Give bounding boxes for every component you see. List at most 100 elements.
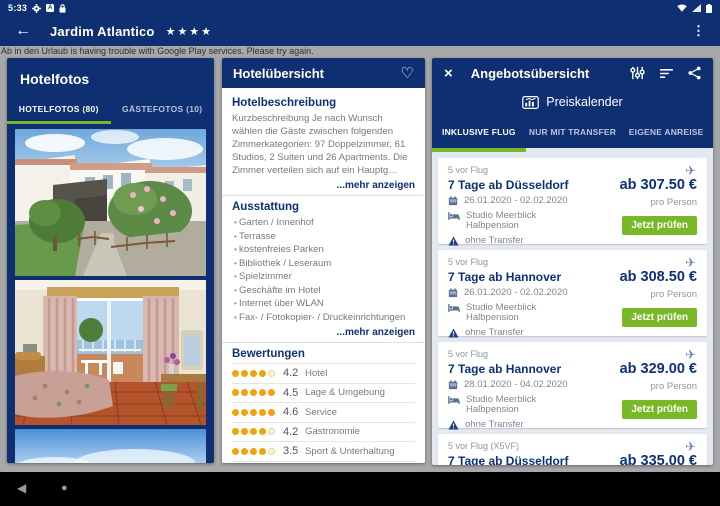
photos-tabs: HOTELFOTOS (80) GÄSTEFOTOS (10) xyxy=(7,96,214,121)
rating-row: 3.5 Sport & Unterhaltung xyxy=(232,441,415,461)
ratings-heading: Bewertungen xyxy=(232,348,415,360)
rating-dots xyxy=(232,448,275,455)
wifi-icon xyxy=(677,4,687,12)
filter-icon[interactable] xyxy=(630,66,645,80)
back-arrow-icon[interactable]: ← xyxy=(15,23,31,39)
photos-panel-title: Hotelfotos xyxy=(7,58,214,96)
bed-icon xyxy=(448,395,460,405)
offer-per-person: pro Person xyxy=(651,381,697,392)
hotel-overview-panel: Hotelübersicht ♡ Hotelbeschreibung Kurzb… xyxy=(222,58,425,463)
amenity-item: Fax- / Fotokopier- / Druckeinrichtungen xyxy=(234,311,415,325)
clock: 5:33 xyxy=(8,3,27,13)
chart-icon xyxy=(522,96,539,109)
hotel-exterior-photo[interactable] xyxy=(15,129,206,276)
bed-icon xyxy=(448,211,460,221)
tab-gaestefotos[interactable]: GÄSTEFOTOS (10) xyxy=(111,96,215,121)
offer-per-person: pro Person xyxy=(651,197,697,208)
rating-row: 4.6 Service xyxy=(232,402,415,422)
offers-title: Angebotsübersicht xyxy=(471,66,589,81)
rating-label: Sport & Unterhaltung xyxy=(305,446,395,457)
calendar-icon xyxy=(448,196,458,206)
app-notification-icon: A xyxy=(46,4,54,12)
offer-price: ab 308.50 € xyxy=(620,269,697,285)
photos-tab-underline xyxy=(7,121,214,124)
android-nav-bar: ◀ ● xyxy=(0,472,720,506)
status-bar: 5:33 A xyxy=(0,0,720,16)
favorite-heart-icon[interactable]: ♡ xyxy=(401,66,414,81)
offer-operator: 5 vor Flug xyxy=(448,165,697,175)
tab-nur-mit-transfer[interactable]: NUR MIT TRANSFER xyxy=(526,116,620,148)
hotel-star-rating: ★★★★ xyxy=(166,25,213,38)
rating-dots xyxy=(232,409,275,416)
hotel-room-photo[interactable] xyxy=(15,280,206,425)
rating-row: 4.3 Zimmer xyxy=(232,461,415,464)
offer-board: Halbpension xyxy=(466,404,519,415)
amenity-item: Internet über WLAN xyxy=(234,297,415,311)
check-now-button[interactable]: Jetzt prüfen xyxy=(622,400,697,419)
offers-header-icons xyxy=(630,66,701,80)
offers-tabs: INKLUSIVE FLUG NUR MIT TRANSFER EIGENE A… xyxy=(432,116,713,148)
offer-room: Studio Meerblick xyxy=(466,302,536,313)
offer-transfer: ohne Transfer xyxy=(465,236,524,247)
photo-list xyxy=(7,124,214,463)
offer-card[interactable]: 5 vor Flug ✈ 7 Tage ab Hannover ab 308.5… xyxy=(438,250,707,336)
offers-list: 5 vor Flug ✈ 7 Tage ab Düsseldorf ab 307… xyxy=(432,152,713,465)
check-now-button[interactable]: Jetzt prüfen xyxy=(622,216,697,235)
tab-eigene-anreise[interactable]: EIGENE ANREISE xyxy=(619,116,713,148)
divider xyxy=(222,195,425,196)
amenity-item: Terrasse xyxy=(234,230,415,244)
offer-card[interactable]: 5 vor Flug ✈ 7 Tage ab Düsseldorf ab 307… xyxy=(438,158,707,244)
offers-header: × Angebotsübersicht xyxy=(432,58,713,88)
rating-row: 4.2 Gastronomie xyxy=(232,422,415,442)
amenity-item: Garten / Innenhof xyxy=(234,216,415,230)
ratings-list: 4.2 Hotel 4.5 Lage & Umgebung 4.6 Servic… xyxy=(232,363,415,463)
nav-home-icon[interactable]: ● xyxy=(61,482,68,495)
offer-board: Halbpension xyxy=(466,312,519,323)
sort-icon[interactable] xyxy=(659,68,674,79)
overview-title: Hotelübersicht xyxy=(233,66,324,81)
rating-score: 4.2 xyxy=(283,426,305,438)
close-icon[interactable]: × xyxy=(444,66,453,81)
rating-label: Gastronomie xyxy=(305,426,360,437)
check-now-button[interactable]: Jetzt prüfen xyxy=(622,308,697,327)
calendar-icon xyxy=(448,380,458,390)
rating-row: 4.5 Lage & Umgebung xyxy=(232,383,415,403)
offer-transfer: ohne Transfer xyxy=(465,420,524,431)
bed-icon xyxy=(448,303,460,313)
battery-icon xyxy=(706,4,712,13)
tab-inklusive-flug[interactable]: INKLUSIVE FLUG xyxy=(432,116,526,148)
offer-price: ab 329.00 € xyxy=(620,361,697,377)
nav-back-icon[interactable]: ◀ xyxy=(17,481,26,495)
play-services-toast: Ab in den Urlaub is having trouble with … xyxy=(1,46,720,57)
status-left: 5:33 A xyxy=(8,3,66,13)
tab-hotelfotos[interactable]: HOTELFOTOS (80) xyxy=(7,96,111,121)
rating-score: 4.6 xyxy=(283,406,305,418)
divider xyxy=(222,342,425,343)
offer-card[interactable]: 5 vor Flug (X5VF) ✈ 7 Tage ab Düsseldorf… xyxy=(438,434,707,465)
overview-header: Hotelübersicht ♡ xyxy=(222,58,425,88)
amenities-list: Garten / Innenhof Terrasse kostenfreies … xyxy=(232,216,415,324)
rating-dots xyxy=(232,370,275,377)
rating-row: 4.2 Hotel xyxy=(232,363,415,383)
app-bar: ← Jardim Atlantico ★★★★ ⋮ xyxy=(0,16,720,46)
page-title: Jardim Atlantico xyxy=(50,24,155,39)
offer-board: Halbpension xyxy=(466,220,519,231)
offer-card[interactable]: 5 vor Flug ✈ 7 Tage ab Hannover ab 329.0… xyxy=(438,342,707,428)
sky-view-photo[interactable] xyxy=(15,429,206,463)
description-more-link[interactable]: ...mehr anzeigen xyxy=(232,180,415,191)
overview-body: Hotelbeschreibung Kurzbeschreibung Je na… xyxy=(222,88,425,463)
share-icon[interactable] xyxy=(688,66,701,80)
amenities-more-link[interactable]: ...mehr anzeigen xyxy=(232,327,415,338)
status-right xyxy=(677,4,712,13)
lock-icon xyxy=(59,4,66,13)
offer-operator: 5 vor Flug xyxy=(448,257,697,267)
offer-transfer: ohne Transfer xyxy=(465,328,524,339)
overflow-menu-icon[interactable]: ⋮ xyxy=(692,23,705,39)
amenity-item: kostenfreies Parken xyxy=(234,243,415,257)
offer-price: ab 307.50 € xyxy=(620,177,697,193)
price-calendar-button[interactable]: Preiskalender xyxy=(432,88,713,116)
warning-icon xyxy=(448,420,459,430)
offer-dates: 26.01.2020 - 02.02.2020 xyxy=(464,288,568,299)
offer-per-person: pro Person xyxy=(651,289,697,300)
calendar-icon xyxy=(448,288,458,298)
